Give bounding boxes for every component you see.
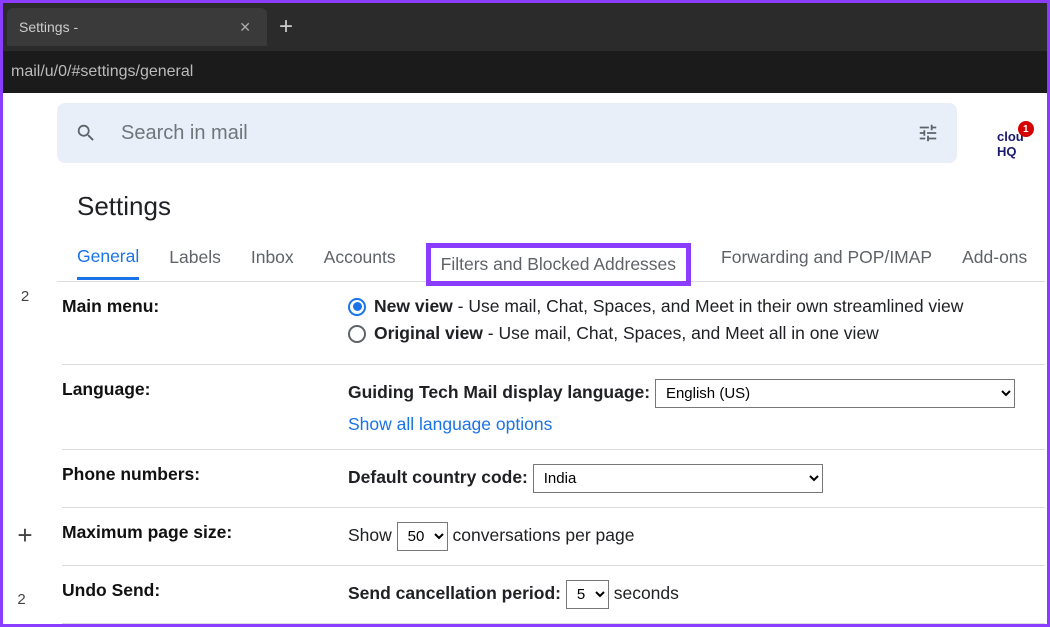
language-select[interactable]: English (US) bbox=[655, 379, 1015, 408]
search-bar[interactable] bbox=[57, 103, 957, 163]
page-size-select[interactable]: 50 bbox=[397, 522, 448, 551]
main-panel: clou HQ 1 Settings General Labels Inbox … bbox=[47, 93, 1047, 624]
hq-label-bot: HQ bbox=[997, 144, 1017, 159]
tab-addons[interactable]: Add-ons bbox=[962, 247, 1027, 278]
country-code-select[interactable]: India bbox=[533, 464, 823, 493]
radio-new-view[interactable]: New view - Use mail, Chat, Spaces, and M… bbox=[348, 296, 1045, 317]
url-text: mail/u/0/#settings/general bbox=[11, 63, 193, 81]
search-icon bbox=[75, 122, 97, 144]
cancel-period-label: Send cancellation period: bbox=[348, 583, 561, 603]
page-title: Settings bbox=[77, 191, 1045, 222]
show-all-languages-link[interactable]: Show all language options bbox=[348, 414, 1045, 435]
tab-general[interactable]: General bbox=[77, 246, 139, 280]
close-icon[interactable]: ✕ bbox=[235, 19, 255, 36]
setting-language: Language: Guiding Tech Mail display lang… bbox=[62, 365, 1045, 450]
notification-badge: 1 bbox=[1018, 121, 1034, 137]
left-gutter: 2 + 2 bbox=[3, 93, 47, 624]
setting-phone: Phone numbers: Default country code: Ind… bbox=[62, 450, 1045, 508]
setting-main-menu: Main menu: New view - Use mail, Chat, Sp… bbox=[62, 282, 1045, 365]
gutter-counter: 2 bbox=[21, 288, 29, 305]
search-input[interactable] bbox=[121, 122, 917, 145]
main-menu-label: Main menu: bbox=[62, 296, 348, 350]
undo-label: Undo Send: bbox=[62, 580, 348, 609]
cancel-period-select[interactable]: 5 bbox=[566, 580, 609, 609]
country-code-label: Default country code: bbox=[348, 467, 528, 487]
address-bar[interactable]: mail/u/0/#settings/general bbox=[3, 51, 1047, 93]
tab-accounts[interactable]: Accounts bbox=[324, 247, 396, 278]
page-size-label: Maximum page size: bbox=[62, 522, 348, 551]
cloudhq-badge[interactable]: clou HQ 1 bbox=[997, 129, 1024, 159]
settings-tabs: General Labels Inbox Accounts Filters an… bbox=[57, 244, 1045, 282]
tab-labels[interactable]: Labels bbox=[169, 247, 221, 278]
radio-icon bbox=[348, 325, 366, 343]
browser-tab-bar: Settings - ✕ + bbox=[3, 3, 1047, 51]
phone-label: Phone numbers: bbox=[62, 464, 348, 493]
gutter-counter: 2 bbox=[17, 591, 32, 608]
radio-icon bbox=[348, 298, 366, 316]
setting-undo-send: Undo Send: Send cancellation period: 5 s… bbox=[62, 566, 1045, 624]
tab-inbox[interactable]: Inbox bbox=[251, 247, 294, 278]
show-text: Show bbox=[348, 525, 392, 545]
display-lang-label: Guiding Tech Mail display language: bbox=[348, 382, 650, 402]
tune-icon[interactable] bbox=[917, 122, 939, 144]
setting-page-size: Maximum page size: Show 50 conversations… bbox=[62, 508, 1045, 566]
new-tab-button[interactable]: + bbox=[267, 13, 305, 41]
language-label: Language: bbox=[62, 379, 348, 435]
tab-forwarding[interactable]: Forwarding and POP/IMAP bbox=[721, 247, 932, 278]
radio-original-view[interactable]: Original view - Use mail, Chat, Spaces, … bbox=[348, 323, 1045, 344]
gutter-plus-icon[interactable]: + bbox=[17, 520, 32, 551]
tab-title: Settings - bbox=[19, 19, 78, 35]
browser-tab[interactable]: Settings - ✕ bbox=[7, 8, 267, 46]
tab-filters[interactable]: Filters and Blocked Addresses bbox=[426, 243, 691, 286]
seconds-text: seconds bbox=[614, 583, 679, 603]
content-area: 2 + 2 clou HQ 1 Settings General Labels … bbox=[3, 93, 1047, 624]
conv-per-page-text: conversations per page bbox=[453, 525, 635, 545]
